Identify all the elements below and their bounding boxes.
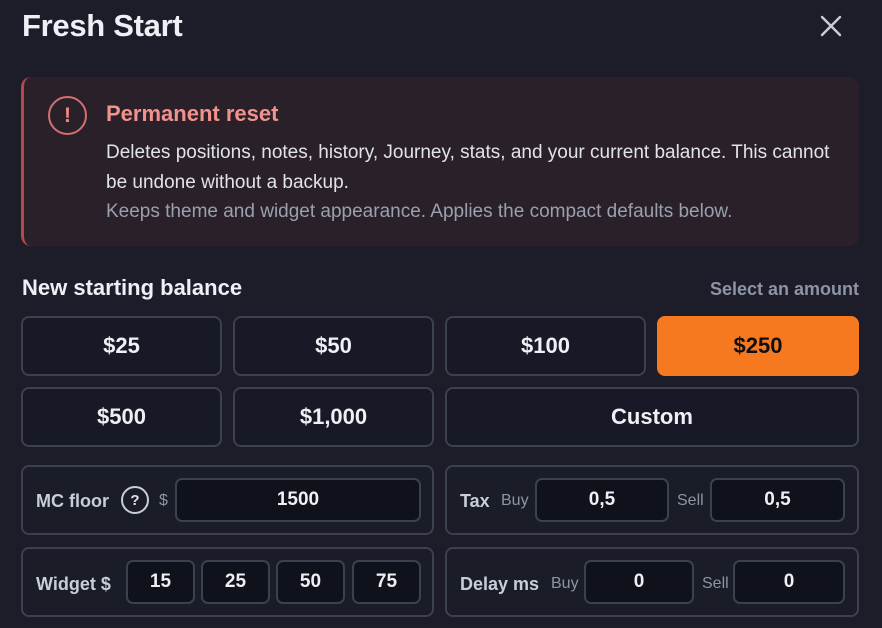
mc-floor-label: MC floor [36, 491, 109, 511]
tax-buy-input[interactable]: 0,5 [535, 478, 669, 522]
widget-label: Widget $ [36, 574, 111, 594]
page-title: Fresh Start [22, 8, 183, 43]
amount-button-100[interactable]: $100 [445, 316, 646, 376]
delay-panel: Delay ms Buy 0 Sell 0 [445, 547, 859, 617]
amount-button-25[interactable]: $25 [21, 316, 222, 376]
mc-floor-panel: MC floor ? $ 1500 [21, 465, 434, 535]
widget-preset-25[interactable]: 25 [201, 560, 270, 604]
tax-label: Tax [460, 491, 490, 511]
balance-section-title: New starting balance [22, 275, 243, 300]
mc-floor-currency: $ [159, 492, 168, 509]
close-icon [820, 15, 842, 37]
tax-sell-label: Sell [677, 492, 704, 509]
amount-button-50[interactable]: $50 [233, 316, 434, 376]
delay-buy-input[interactable]: 0 [584, 560, 694, 604]
balance-hint: Select an amount [709, 279, 859, 299]
close-button[interactable] [816, 10, 846, 42]
reset-warning: ! Permanent reset Deletes positions, not… [21, 77, 859, 246]
widget-preset-75[interactable]: 75 [352, 560, 421, 604]
tax-panel: Tax Buy 0,5 Sell 0,5 [445, 465, 859, 535]
tax-sell-input[interactable]: 0,5 [710, 478, 845, 522]
amount-button-1000[interactable]: $1,000 [233, 387, 434, 447]
widget-preset-50[interactable]: 50 [276, 560, 345, 604]
mc-floor-input[interactable]: 1500 [175, 478, 421, 522]
widget-preset-15[interactable]: 15 [126, 560, 195, 604]
amount-button-custom[interactable]: Custom [445, 387, 859, 447]
delay-sell-input[interactable]: 0 [733, 560, 845, 604]
amount-button-250[interactable]: $250 [657, 316, 859, 376]
warning-note: Keeps theme and widget appearance. Appli… [106, 201, 733, 222]
widget-panel: Widget $ 15 25 50 75 [21, 547, 434, 617]
tax-buy-label: Buy [501, 492, 529, 509]
warning-title: Permanent reset [106, 101, 279, 126]
delay-buy-label: Buy [551, 575, 579, 592]
amount-button-500[interactable]: $500 [21, 387, 222, 447]
delay-sell-label: Sell [702, 575, 729, 592]
help-icon[interactable]: ? [121, 486, 149, 514]
exclamation-icon: ! [48, 96, 87, 135]
delay-label: Delay ms [460, 574, 540, 594]
warning-body: Deletes positions, notes, history, Journ… [106, 142, 830, 193]
